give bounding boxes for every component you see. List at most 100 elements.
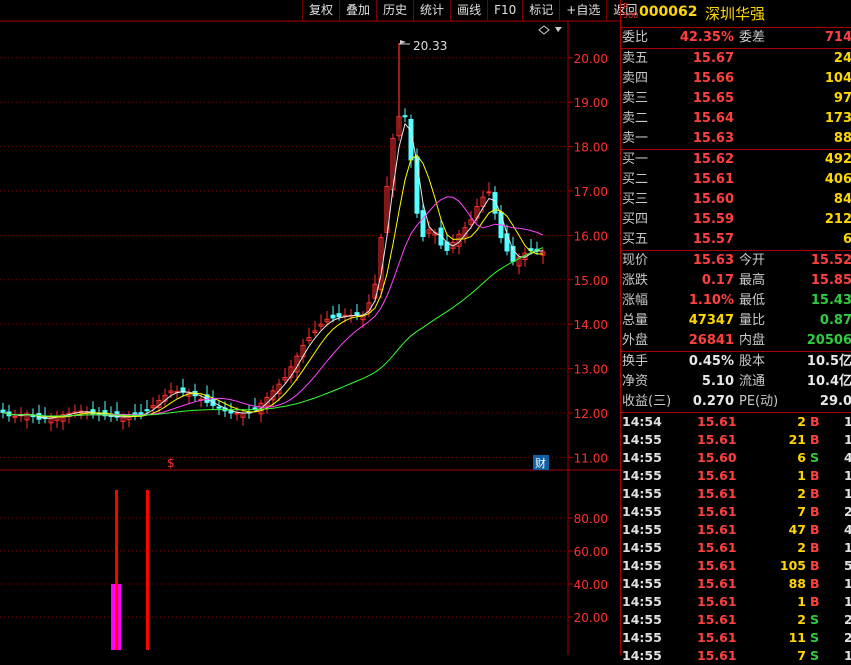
stock-name[interactable]: 深圳华强 xyxy=(705,3,765,24)
stat-value: 15.85 xyxy=(810,273,851,288)
tick-row: 14:55 15.60 6 S 4 xyxy=(621,449,851,467)
tick-time: 14:54 xyxy=(622,414,662,429)
buy-volume: 492 xyxy=(824,152,851,167)
sell-row[interactable]: 卖三 15.65 97 xyxy=(621,89,851,109)
sell-row[interactable]: 卖二 15.64 173 xyxy=(621,109,851,129)
tick-row: 14:55 15.61 2 S 2 xyxy=(621,611,851,629)
stock-code[interactable]: 000062 xyxy=(639,4,697,20)
price-tick-label: 17.00 xyxy=(574,185,608,199)
tick-time: 14:55 xyxy=(622,648,662,663)
stat-label: 涨幅 xyxy=(622,293,649,308)
tick-price: 15.61 xyxy=(697,612,737,627)
buy-label: 买二 xyxy=(622,172,649,187)
tick-count: 1 xyxy=(844,414,851,429)
toolbar-btn-2[interactable]: 历史 xyxy=(376,0,413,21)
fin-value: 29.0 xyxy=(819,394,851,409)
sell-price: 15.65 xyxy=(692,91,734,106)
chart-controls[interactable] xyxy=(538,25,562,35)
sell-label: 卖一 xyxy=(622,131,649,146)
indicator-tick-label: 60.00 xyxy=(574,545,608,559)
tick-direction: B xyxy=(810,558,820,573)
price-tick-label: 18.00 xyxy=(574,141,608,155)
candle-body xyxy=(252,407,258,410)
tick-volume: 88 xyxy=(788,576,806,591)
financial-info: 换手 0.45% 股本 10.5亿 净资 5.10 流通 10.4亿 收益(三) 0.270 PE(… xyxy=(621,352,851,413)
sell-row[interactable]: 卖四 15.66 104 xyxy=(621,69,851,89)
buy-row[interactable]: 买二 15.61 406 xyxy=(621,170,851,190)
stat-row: 外盘 26841 内盘 20506 xyxy=(621,331,851,351)
buy-row[interactable]: 买三 15.60 84 xyxy=(621,190,851,210)
toolbar-btn-5[interactable]: F10 xyxy=(487,0,522,21)
fin-label: 流通 xyxy=(739,374,766,389)
tick-count: 1 xyxy=(844,540,851,555)
tick-price: 15.61 xyxy=(697,414,737,429)
sell-row[interactable]: 卖五 15.67 24 xyxy=(621,49,851,69)
buy-row[interactable]: 买一 15.62 492 xyxy=(621,150,851,170)
stat-label: 今开 xyxy=(739,253,766,268)
kline-chart[interactable]: 20.00 19.00 18.00 17.00 16.00 15.00 14.00 13.00… xyxy=(0,0,620,655)
stat-value: 15.52 xyxy=(810,253,851,268)
buy-label: 买四 xyxy=(622,212,649,227)
stat-value: 26841 xyxy=(688,333,734,348)
sell-label: 卖五 xyxy=(622,51,649,66)
candle-body xyxy=(420,210,426,238)
candle-body xyxy=(0,409,6,413)
tick-time: 14:55 xyxy=(622,594,662,609)
weicha-value: 714 xyxy=(824,30,851,45)
price-tick-label: 14.00 xyxy=(574,318,608,332)
tick-count: 5 xyxy=(844,558,851,573)
tick-price: 15.61 xyxy=(697,486,737,501)
buy-price: 15.60 xyxy=(692,192,734,207)
price-tick-label: 16.00 xyxy=(574,229,608,243)
weicha-label: 委差 xyxy=(739,30,766,45)
price-tick-label: 19.00 xyxy=(574,96,608,110)
sell-price: 15.67 xyxy=(692,51,734,66)
price-axis: 20.00 19.00 18.00 17.00 16.00 15.00 14.00 13.00… xyxy=(568,52,608,465)
buy-row[interactable]: 买四 15.59 212 xyxy=(621,210,851,230)
tick-volume: 2 xyxy=(797,414,806,429)
fin-label: PE(动) xyxy=(739,394,779,409)
tick-direction: B xyxy=(810,432,820,447)
toolbar-btn-7[interactable]: +自选 xyxy=(559,0,606,21)
fin-label: 股本 xyxy=(739,354,766,369)
sell-row[interactable]: 卖一 15.63 88 xyxy=(621,129,851,149)
tick-count: 1 xyxy=(844,432,851,447)
ma5-line xyxy=(2,122,544,419)
toolbar-btn-4[interactable]: 画线 xyxy=(450,0,487,21)
tick-time: 14:55 xyxy=(622,630,662,645)
stat-value: 15.43 xyxy=(810,293,851,308)
candle-body xyxy=(330,314,336,319)
sell-volume: 173 xyxy=(824,111,851,126)
stat-label: 现价 xyxy=(622,253,649,268)
toolbar-btn-0[interactable]: 复权 xyxy=(302,0,339,21)
flag-icon xyxy=(400,40,406,44)
tick-list[interactable]: 14:54 15.61 2 B 1 14:55 15.61 21 B 1 14:55 15.60 6 S 4… xyxy=(621,413,851,665)
dollar-marker[interactable]: $ xyxy=(167,456,175,470)
toolbar-btn-1[interactable]: 叠加 xyxy=(339,0,376,21)
fin-value: 10.4亿 xyxy=(806,374,851,389)
tick-volume: 7 xyxy=(797,648,806,663)
finance-marker[interactable]: 财 xyxy=(535,456,546,470)
tick-price: 15.61 xyxy=(697,630,737,645)
tick-row: 14:55 15.61 7 S 1 xyxy=(621,647,851,665)
tick-price: 15.61 xyxy=(697,648,737,663)
tick-count: 2 xyxy=(844,504,851,519)
sell-volume: 24 xyxy=(833,51,851,66)
tick-count: 4 xyxy=(844,450,851,465)
tick-count: 2 xyxy=(844,612,851,627)
buy-price: 15.57 xyxy=(692,232,734,247)
indicator-tick-label: 40.00 xyxy=(574,578,608,592)
weibi-value: 42.35% xyxy=(679,30,734,45)
sell-label: 卖三 xyxy=(622,91,649,106)
buy-row[interactable]: 买五 15.57 6 xyxy=(621,230,851,250)
toolbar-btn-3[interactable]: 统计 xyxy=(413,0,450,21)
sell-price: 15.66 xyxy=(692,71,734,86)
buy-volume: 6 xyxy=(842,232,851,247)
tick-direction: S xyxy=(810,450,820,465)
tick-price: 15.61 xyxy=(697,540,737,555)
buy-volume: 84 xyxy=(833,192,851,207)
sell-orders: 卖五 15.67 24 卖四 15.66 104 卖三 15.65 97 卖二 15.64 173 卖一… xyxy=(621,49,851,150)
toolbar-btn-6[interactable]: 标记 xyxy=(522,0,559,21)
stat-row: 总量 47347 量比 0.87 xyxy=(621,311,851,331)
candle-body xyxy=(402,115,408,118)
